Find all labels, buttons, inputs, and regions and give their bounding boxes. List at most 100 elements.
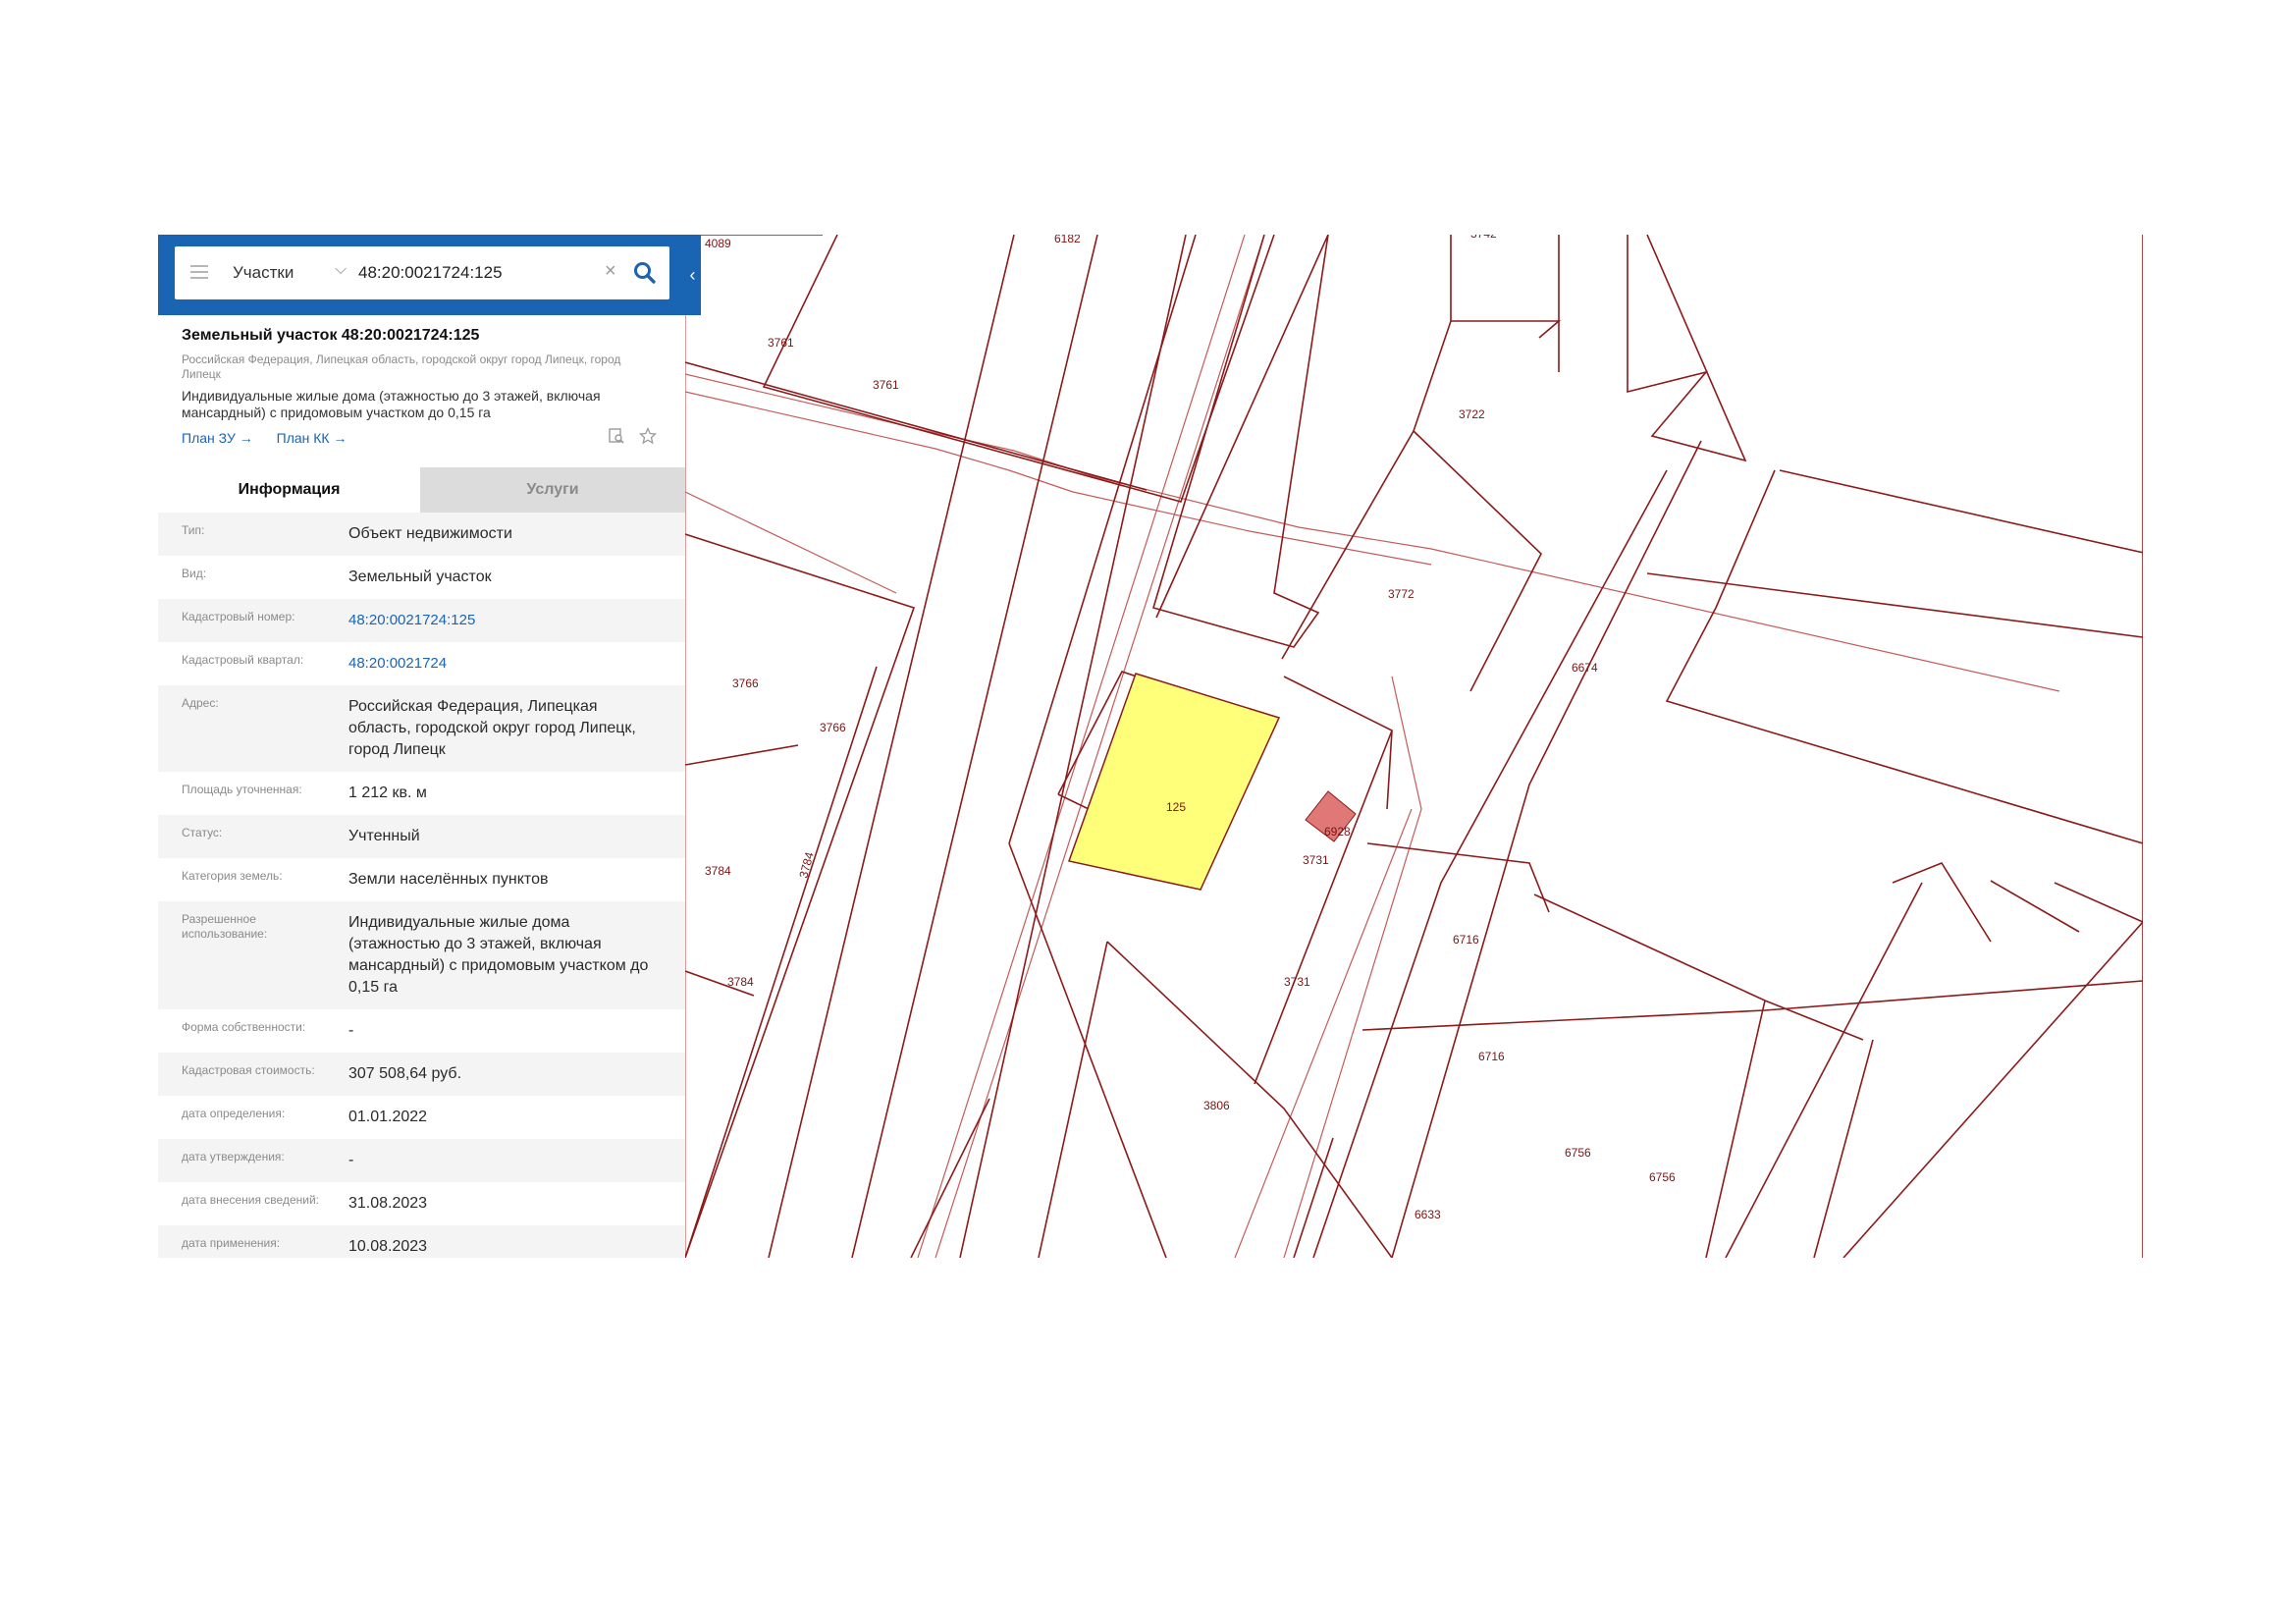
boundary	[1152, 235, 1329, 648]
attribute-value: Земельный участок	[348, 568, 492, 585]
boundary	[1451, 320, 1562, 339]
attribute-row: Вид: Земельный участок	[158, 556, 685, 599]
collapse-panel-icon[interactable]: ‹	[684, 262, 701, 288]
boundary	[1293, 1137, 1334, 1258]
parcel-label: 6756	[1565, 1146, 1591, 1160]
attribute-value: -	[348, 1152, 354, 1168]
attribute-row: Категория земель: Земли населённых пункт…	[158, 858, 685, 901]
plan-kk-link[interactable]: План КК →	[277, 430, 347, 446]
attribute-label: дата применения:	[182, 1236, 281, 1250]
boundary	[1254, 730, 1393, 1085]
attribute-row: Тип: Объект недвижимости	[158, 513, 685, 556]
map-canvas[interactable]: 4089 6182 3742 3761 3761 3722 3772 6674 …	[685, 235, 2143, 1258]
boundary	[1665, 469, 2143, 844]
parcel-label: 3731	[1303, 853, 1329, 867]
attribute-label: дата определения:	[182, 1107, 286, 1120]
parcel-label: 6182	[1054, 235, 1081, 245]
boundary	[1646, 572, 2143, 638]
search-box: Участки ⌵ ×	[175, 246, 669, 299]
attribute-row: Кадастровая стоимость: 307 508,64 руб.	[158, 1053, 685, 1096]
attributes-list: Тип: Объект недвижимости Вид: Земельный …	[158, 513, 685, 1258]
parcel-label: 3784	[705, 864, 731, 878]
boundary	[685, 744, 799, 766]
boundary	[1155, 235, 1329, 619]
attribute-label: Форма собственности:	[182, 1020, 306, 1034]
attribute-label: Кадастровая стоимость:	[182, 1063, 315, 1077]
parcel-label: 3761	[768, 336, 794, 350]
object-description: Индивидуальные жилые дома (этажностью до…	[182, 388, 601, 420]
attribute-row: Статус: Учтенный	[158, 815, 685, 858]
chevron-down-icon[interactable]: ⌵	[335, 261, 347, 279]
plan-links: План ЗУ → План КК →	[182, 430, 366, 446]
parcel-label: 3784	[796, 850, 817, 880]
search-icon[interactable]	[632, 260, 658, 286]
attribute-value: 31.08.2023	[348, 1195, 428, 1212]
parcel-label: 3742	[1470, 235, 1497, 241]
star-icon[interactable]	[639, 426, 658, 445]
selected-parcel-125[interactable]	[1068, 673, 1281, 891]
attribute-label: Вид:	[182, 567, 207, 580]
boundary	[1106, 941, 1393, 1258]
road-line	[685, 491, 897, 594]
road-line	[1234, 808, 1413, 1258]
cadastral-quarter-link[interactable]: 48:20:0021724	[348, 642, 663, 685]
close-icon[interactable]: ×	[605, 260, 616, 283]
boundary	[1627, 235, 1747, 462]
boundary	[1038, 941, 1108, 1258]
menu-icon[interactable]	[190, 265, 208, 279]
attribute-value: Учтенный	[348, 828, 420, 844]
parcel-label: 3806	[1203, 1099, 1230, 1112]
attribute-label: дата утверждения:	[182, 1150, 285, 1164]
attribute-row: дата утверждения: -	[158, 1139, 685, 1182]
parcel-label: 4089	[705, 237, 731, 250]
tab-info[interactable]: Информация	[158, 467, 420, 513]
cadastral-number-link[interactable]: 48:20:0021724:125	[348, 599, 663, 642]
attribute-row: Адрес: Российская Федерация, Липецкая об…	[158, 685, 685, 772]
boundary	[1892, 862, 1992, 943]
attribute-value: 01.01.2022	[348, 1109, 428, 1125]
attribute-label: Категория земель:	[182, 869, 283, 883]
category-select[interactable]: Участки	[233, 263, 294, 283]
plan-zu-link[interactable]: План ЗУ →	[182, 430, 253, 446]
info-panel: Участки ⌵ × ‹ Земельный участок 48:20:00…	[158, 235, 701, 1258]
boundary	[1533, 893, 1864, 1041]
attribute-row: Разрешенное использование: Индивидуальны…	[158, 901, 685, 1009]
search-input[interactable]	[356, 254, 606, 292]
attribute-value: Земли населённых пунктов	[348, 871, 549, 888]
parcel-label: 6716	[1478, 1050, 1505, 1063]
boundary	[1008, 842, 1167, 1258]
screenshot-frame: 4089 6182 3742 3761 3761 3722 3772 6674 …	[158, 235, 2143, 1258]
parcel-label: 3722	[1459, 407, 1485, 421]
attribute-value: Объект недвижимости	[348, 525, 512, 542]
boundary	[1842, 921, 2143, 1258]
boundary	[1366, 842, 1550, 913]
parcel-label: 125	[1166, 800, 1186, 814]
attribute-value: Российская Федерация, Липецкая область, …	[348, 698, 636, 758]
road-line	[1283, 676, 1422, 1258]
boundary	[1391, 440, 1702, 1258]
attribute-row: дата применения: 10.08.2023	[158, 1225, 685, 1258]
boundary	[2054, 882, 2143, 923]
parcel-label: 6716	[1453, 933, 1479, 947]
attribute-value: -	[348, 1022, 354, 1039]
search-document-icon[interactable]	[608, 427, 625, 445]
road-line	[685, 391, 1432, 566]
boundary	[1413, 430, 1542, 692]
attribute-label: Площадь уточненная:	[182, 783, 302, 796]
parcel-label: 3761	[873, 378, 899, 392]
attribute-label: Статус:	[182, 826, 223, 839]
attribute-row: Кадастровый номер: 48:20:0021724:125	[158, 599, 685, 642]
parcel-label: 6633	[1415, 1208, 1441, 1221]
attribute-label: Кадастровый квартал:	[182, 653, 304, 667]
attribute-value: 307 508,64 руб.	[348, 1065, 462, 1082]
cadastral-map[interactable]: 4089 6182 3742 3761 3761 3722 3772 6674 …	[685, 235, 2143, 1258]
boundary	[1283, 676, 1393, 810]
boundary	[685, 361, 1148, 491]
attribute-row: Площадь уточненная: 1 212 кв. м	[158, 772, 685, 815]
parcel-label: 3731	[1284, 975, 1310, 989]
attribute-label: Тип:	[182, 523, 205, 537]
attribute-label: дата внесения сведений:	[182, 1193, 319, 1207]
attribute-row: Кадастровый квартал: 48:20:0021724	[158, 642, 685, 685]
tab-services[interactable]: Услуги	[420, 467, 685, 513]
parcel-boundaries	[685, 235, 2143, 1258]
